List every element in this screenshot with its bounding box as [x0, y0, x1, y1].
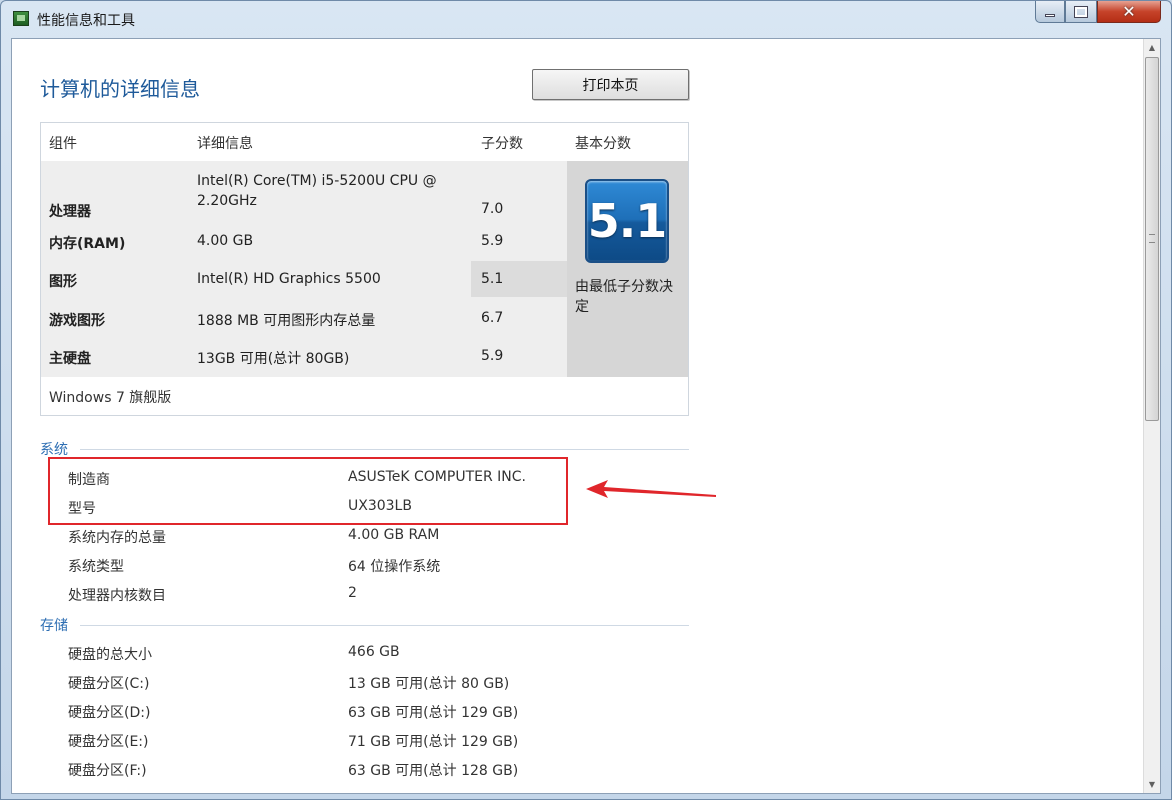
base-score-badge[interactable]: 5.1 [585, 179, 669, 263]
row-component: 图形 [49, 274, 77, 290]
scroll-thumb[interactable] [1145, 57, 1159, 421]
title-bar[interactable]: 性能信息和工具 ✕ [1, 1, 1171, 37]
app-icon [13, 11, 29, 26]
row-detail: 1888 MB 可用图形内存总量 [197, 313, 376, 329]
base-score-caption: 由最低子分数决定 [575, 279, 673, 315]
performance-window: 性能信息和工具 ✕ 计算机的详细信息 打印本页 组件 详细信息 子分数 基本分数… [0, 0, 1172, 800]
print-page-button[interactable]: 打印本页 [532, 69, 689, 100]
row-component: 主硬盘 [49, 351, 91, 367]
row-subscore: 6.7 [481, 310, 504, 326]
table-row: 处理器 Intel(R) Core(TM) i5-5200U CPU @ 2.2… [41, 171, 567, 220]
item-value: 63 GB 可用(总计 129 GB) [348, 705, 519, 721]
row-subscore: 5.9 [481, 348, 504, 364]
item-value: 2 [348, 585, 357, 601]
score-table-body: 处理器 Intel(R) Core(TM) i5-5200U CPU @ 2.2… [41, 161, 688, 377]
scroll-down-arrow-icon[interactable]: ▼ [1144, 776, 1160, 793]
header-detail: 详细信息 [197, 136, 253, 152]
section-divider [80, 449, 689, 450]
item-key: 系统内存的总量 [68, 530, 166, 546]
item-key: 硬盘分区(E:) [68, 734, 149, 750]
annotation-arrow-icon [586, 480, 716, 498]
row-subscore: 5.9 [481, 233, 504, 249]
item-key: 处理器内核数目 [68, 588, 166, 604]
minimize-button[interactable] [1035, 1, 1065, 23]
row-detail: 4.00 GB [197, 233, 254, 249]
section-divider [80, 625, 689, 626]
row-subscore: 7.0 [481, 201, 504, 217]
row-detail: Intel(R) HD Graphics 5500 [197, 271, 381, 287]
item-key: 硬盘分区(F:) [68, 763, 147, 779]
section-system-label: 系统 [40, 442, 68, 458]
section-storage-label: 存储 [40, 618, 68, 634]
row-detail: 13GB 可用(总计 80GB) [197, 351, 350, 367]
vertical-scrollbar[interactable]: ▲ ▼ [1143, 39, 1160, 793]
header-component: 组件 [49, 136, 77, 152]
maximize-icon [1074, 5, 1088, 18]
item-value: 13 GB 可用(总计 80 GB) [348, 676, 510, 692]
item-key: 系统类型 [68, 559, 124, 575]
minimize-icon [1045, 14, 1055, 17]
page-title: 计算机的详细信息 [40, 77, 200, 101]
row-component: 内存(RAM) [49, 236, 126, 252]
item-value: 71 GB 可用(总计 129 GB) [348, 734, 519, 750]
os-edition: Windows 7 旗舰版 [49, 390, 172, 406]
row-subscore: 5.1 [481, 271, 504, 287]
item-value: 466 GB [348, 644, 400, 660]
item-key: 硬盘分区(D:) [68, 705, 151, 721]
scroll-up-arrow-icon[interactable]: ▲ [1144, 39, 1160, 56]
item-key: 硬盘的总大小 [68, 647, 152, 663]
close-button[interactable]: ✕ [1097, 1, 1161, 23]
annotation-highlight-box [48, 457, 568, 525]
item-value: 64 位操作系统 [348, 559, 441, 575]
row-component: 处理器 [49, 204, 91, 220]
item-value: 63 GB 可用(总计 128 GB) [348, 763, 519, 779]
close-icon: ✕ [1122, 2, 1136, 21]
content-pane: 计算机的详细信息 打印本页 组件 详细信息 子分数 基本分数 处理器 Intel… [11, 38, 1161, 794]
maximize-button[interactable] [1065, 1, 1097, 23]
item-key: 硬盘分区(C:) [68, 676, 150, 692]
item-value: 4.00 GB RAM [348, 527, 440, 543]
header-basescore: 基本分数 [575, 136, 631, 152]
base-score-area: 5.1 由最低子分数决定 [567, 161, 688, 377]
row-detail: Intel(R) Core(TM) i5-5200U CPU @ 2.20GHz [197, 173, 437, 209]
window-title: 性能信息和工具 [37, 13, 135, 29]
score-table-header: 组件 详细信息 子分数 基本分数 [41, 123, 688, 161]
row-component: 游戏图形 [49, 313, 105, 329]
header-subscore: 子分数 [481, 136, 523, 152]
score-table: 组件 详细信息 子分数 基本分数 处理器 Intel(R) Core(TM) i… [40, 122, 689, 416]
